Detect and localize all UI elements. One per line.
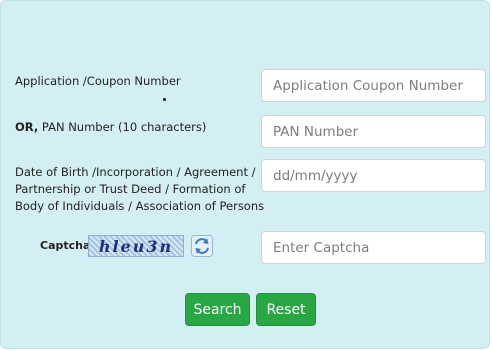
pan-number-input[interactable]: [261, 115, 486, 148]
application-number-input[interactable]: [261, 69, 486, 102]
pan-label-text: PAN Number (10 characters): [38, 120, 207, 134]
reset-button[interactable]: Reset: [256, 293, 316, 326]
pan-or-prefix: OR,: [15, 120, 39, 134]
pan-number-label: OR, PAN Number (10 characters): [15, 119, 206, 136]
refresh-icon[interactable]: [191, 235, 213, 257]
search-form-panel: Application /Coupon Number OR, PAN Numbe…: [0, 0, 490, 349]
search-button[interactable]: Search: [185, 293, 250, 326]
application-number-label: Application /Coupon Number: [15, 74, 181, 88]
dob-label-line-3: Body of Individuals / Association of Per…: [15, 199, 265, 213]
dob-label-line-1: Date of Birth /Incorporation / Agreement…: [15, 165, 256, 179]
captcha-image: hleu3n: [88, 235, 184, 257]
captcha-label: Captcha: [40, 239, 91, 252]
dob-input[interactable]: [261, 159, 486, 192]
captcha-input[interactable]: [261, 231, 486, 264]
dob-label-line-2: Partnership or Trust Deed / Formation of: [15, 182, 246, 196]
dot-mark: [163, 98, 166, 101]
dob-label: Date of Birth /Incorporation / Agreement…: [15, 164, 264, 215]
